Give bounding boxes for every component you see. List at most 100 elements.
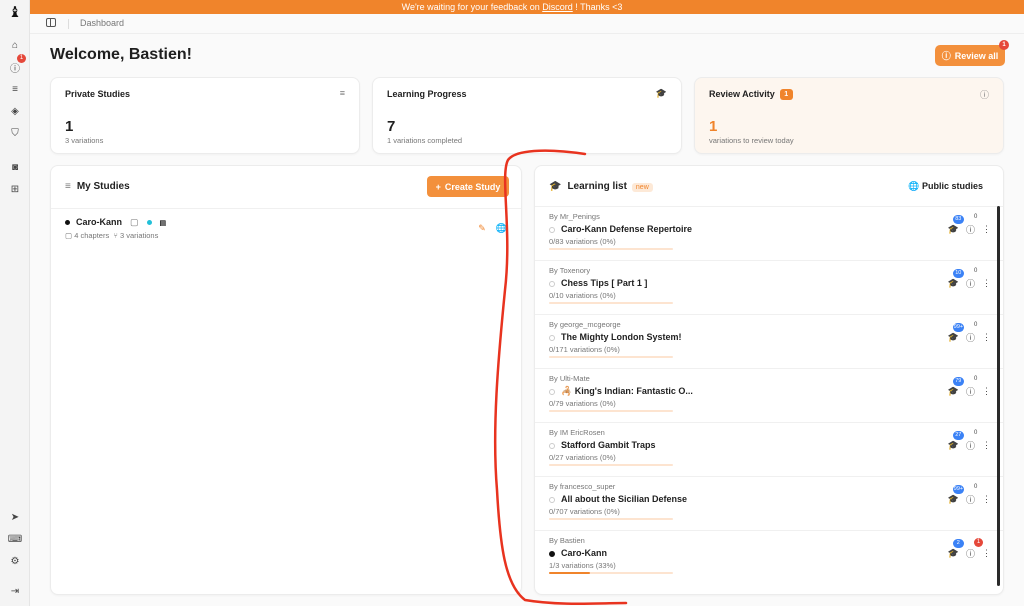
settings-gear-icon[interactable]: ⚙ <box>8 554 22 568</box>
panel-title-text: Learning list <box>567 181 627 192</box>
create-study-label: Create Study <box>444 181 501 192</box>
learning-list-item[interactable]: By george_mcgeorge The Mighty London Syst… <box>535 314 1003 368</box>
card-value: 7 <box>387 118 396 135</box>
review-icon: ⓘ <box>979 90 989 100</box>
review-icon: ⓘ <box>965 441 975 451</box>
edit-icon[interactable]: ✎ <box>478 223 486 234</box>
variations-count: 3 variations <box>119 231 159 240</box>
status-circle <box>549 334 555 341</box>
globe-icon[interactable]: 🌐 <box>496 223 507 234</box>
learning-list-item[interactable]: By francesco_super All about the Sicilian… <box>535 476 1003 530</box>
public-studies-label: Public studies <box>921 181 983 191</box>
discord-icon[interactable]: ◙ <box>8 160 22 174</box>
card-subtitle: variations to review today <box>709 136 794 145</box>
review-icon: ⓘ <box>965 387 975 397</box>
sidebar-toggle-icon[interactable] <box>46 18 56 27</box>
breadcrumb[interactable]: Dashboard <box>80 18 124 28</box>
study-title: The Mighty London System! <box>549 332 682 342</box>
panel-title: 🎓 Learning list new <box>549 181 653 192</box>
learning-list-item[interactable]: By Bastien Caro-Kann 1/3 variations (33%) 🎓… <box>535 530 1003 584</box>
learn-button[interactable]: 🎓 10 <box>948 269 964 289</box>
learn-button[interactable]: 🎓 83 <box>948 215 964 235</box>
page-title: Welcome, Bastien! <box>50 46 192 63</box>
shield-icon[interactable]: ⛉ <box>8 126 22 140</box>
review-all-badge: 1 <box>999 40 1009 50</box>
graduation-cap-icon: 🎓 <box>947 386 959 396</box>
review-button[interactable]: ⓘ 0 <box>965 430 977 452</box>
keyboard-icon[interactable]: ⌨ <box>8 532 22 546</box>
learning-list-item[interactable]: By Ulti-Mate 🦂 King's Indian: Fantastic O… <box>535 368 1003 422</box>
more-menu-icon[interactable]: ⋮ <box>982 224 991 235</box>
card-title: Review Activity 1 <box>709 89 793 101</box>
logout-icon[interactable]: ⇥ <box>8 584 22 598</box>
chess-bishop-logo-icon[interactable]: ♝ <box>8 4 22 21</box>
scrollbar[interactable] <box>997 206 1000 586</box>
discord-link[interactable]: Discord <box>542 2 573 12</box>
progress-text: 0/27 variations (0%) <box>549 453 616 462</box>
globe-icon: 🌐 <box>908 181 920 191</box>
review-icon: ⓘ <box>965 225 975 235</box>
learn-count-badge: 83 <box>952 215 964 224</box>
review-icon: ⓘ <box>965 495 975 505</box>
branch-icon: ⑂ <box>113 231 118 240</box>
flag-icon: ▤ <box>159 220 167 227</box>
review-all-button[interactable]: ⓘ Review all 1 <box>935 40 1009 66</box>
review-button[interactable]: ⓘ 1 <box>966 538 983 560</box>
learn-button[interactable]: 🎓 99+ <box>948 323 965 343</box>
panel-title: ≡ My Studies <box>65 181 130 192</box>
more-menu-icon[interactable]: ⋮ <box>982 386 991 397</box>
status-circle <box>549 442 555 449</box>
more-menu-icon[interactable]: ⋮ <box>982 278 991 289</box>
card-subtitle: 3 variations <box>65 136 104 145</box>
learning-list-item[interactable]: By Mr_Penings Caro-Kann Defense Repertoir… <box>535 206 1003 260</box>
learn-count-badge: 79 <box>952 377 964 386</box>
divider <box>68 19 69 29</box>
icon-rail: ♝ ⌂ ⓘ 1 ≡ ◈ ⛉ ◙ ⊞ ➤ ⌨ ⚙ ⇥ <box>0 0 30 606</box>
learn-button[interactable]: 🎓 79 <box>947 377 964 397</box>
more-menu-icon[interactable]: ⋮ <box>982 332 991 343</box>
panel-title-text: My Studies <box>76 181 130 192</box>
cube-icon[interactable]: ◈ <box>8 104 22 118</box>
new-tag: new <box>631 183 653 192</box>
progress-bar <box>549 248 673 250</box>
notification-badge: 1 <box>17 54 26 63</box>
item-actions: 🎓 2 ⓘ 1 ⋮ <box>948 538 991 560</box>
learn-button[interactable]: 🎓 27 <box>948 431 964 451</box>
study-title: All about the Sicilian Defense <box>549 494 687 504</box>
learn-button[interactable]: 🎓 99+ <box>948 485 965 505</box>
study-title: Caro-Kann Defense Repertoire <box>549 224 692 234</box>
review-button[interactable]: ⓘ 0 <box>965 214 977 236</box>
study-actions: ✎ 🌐 <box>478 223 507 234</box>
card-title: Private Studies <box>65 89 131 99</box>
review-button[interactable]: ⓘ 0 <box>965 322 977 344</box>
study-row[interactable]: Caro-Kann ▢ ▤ ▢ 4 chapters ⑂ 3 variations <box>65 217 166 240</box>
database-icon[interactable]: ≡ <box>8 82 22 96</box>
private-studies-card[interactable]: Private Studies ≡ 1 3 variations <box>50 77 360 154</box>
more-menu-icon[interactable]: ⋮ <box>982 548 991 559</box>
review-count: 0 <box>973 430 978 436</box>
send-icon[interactable]: ➤ <box>8 510 22 524</box>
study-title-text: All about the Sicilian Defense <box>561 494 688 504</box>
more-menu-icon[interactable]: ⋮ <box>982 494 991 505</box>
learning-progress-card[interactable]: Learning Progress 🎓 7 1 variations compl… <box>372 77 682 154</box>
learning-list-item[interactable]: By IM EricRosen Stafford Gambit Traps 0/27… <box>535 422 1003 476</box>
learn-count-badge: 99+ <box>952 323 965 332</box>
review-icon: ⓘ <box>965 333 975 343</box>
item-actions: 🎓 79 ⓘ 0 ⋮ <box>947 376 991 398</box>
review-activity-card[interactable]: Review Activity 1 ⓘ 1 variations to revie… <box>694 77 1004 154</box>
learn-button[interactable]: 🎓 2 <box>948 539 964 559</box>
public-studies-link[interactable]: 🌐 Public studies <box>908 181 983 192</box>
database-icon: ≡ <box>339 88 345 98</box>
review-button[interactable]: ⓘ 0 <box>965 484 977 506</box>
divider <box>51 208 521 209</box>
progress-text: 0/79 variations (0%) <box>549 399 616 408</box>
card-title: Learning Progress <box>387 89 467 99</box>
learning-list-item[interactable]: By Toxenory Chess Tips [ Part 1 ] 0/10 var… <box>535 260 1003 314</box>
sitemap-icon[interactable]: ⊞ <box>8 182 22 196</box>
create-study-button[interactable]: + Create Study <box>427 176 509 197</box>
home-icon[interactable]: ⌂ <box>8 38 22 52</box>
more-menu-icon[interactable]: ⋮ <box>982 440 991 451</box>
review-button[interactable]: ⓘ 0 <box>965 376 977 398</box>
item-actions: 🎓 27 ⓘ 0 ⋮ <box>948 430 991 452</box>
review-button[interactable]: ⓘ 0 <box>966 268 977 290</box>
